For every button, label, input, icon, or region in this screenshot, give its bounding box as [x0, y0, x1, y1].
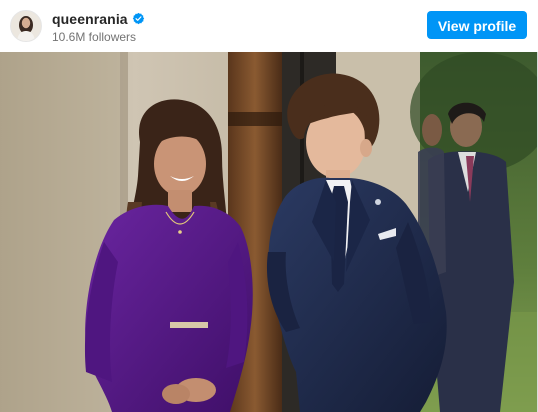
username-row: queenrania — [52, 10, 145, 27]
post-photo[interactable] — [0, 52, 537, 412]
instagram-embed-card: queenrania 10.6M followers View profile — [0, 0, 538, 412]
verified-badge-icon — [132, 12, 144, 25]
profile-avatar[interactable] — [10, 10, 42, 42]
follower-count: 10.6M followers — [52, 30, 137, 44]
user-info: queenrania 10.6M followers — [52, 10, 145, 44]
username[interactable]: queenrania — [52, 11, 128, 27]
post-header: queenrania 10.6M followers View profile — [0, 0, 538, 52]
view-profile-button[interactable]: View profile — [427, 11, 527, 39]
